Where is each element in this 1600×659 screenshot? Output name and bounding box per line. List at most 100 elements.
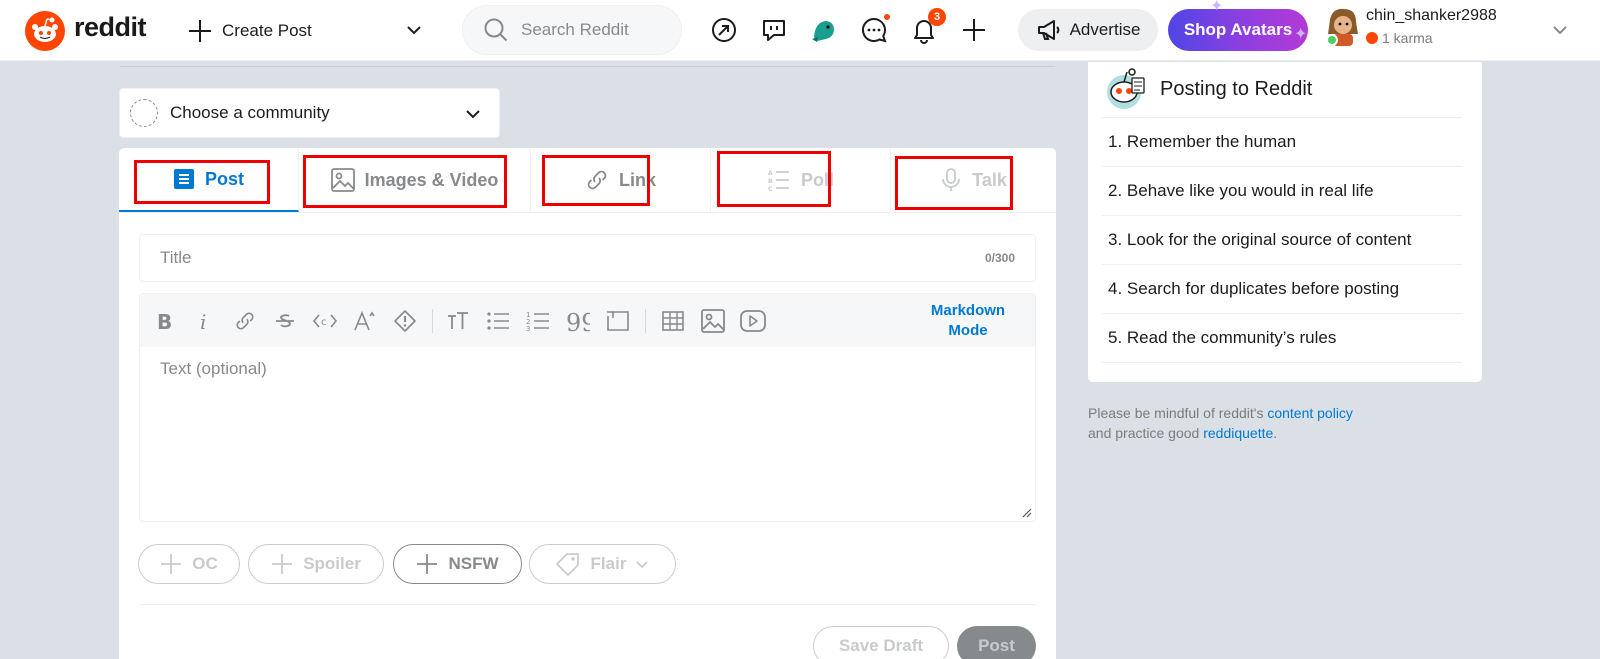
oc-tag-label: OC — [192, 554, 218, 573]
svg-text:3: 3 — [526, 325, 530, 332]
resize-handle-icon[interactable] — [1020, 506, 1032, 518]
community-placeholder-icon — [130, 99, 158, 127]
svg-text:i: i — [200, 310, 206, 332]
nsfw-tag-label: NSFW — [448, 554, 499, 573]
tag-icon — [555, 552, 581, 576]
chat-icon[interactable] — [858, 12, 892, 46]
top-header: reddit Create Post Search Reddit 3 Adver… — [0, 0, 1600, 61]
code-block-icon[interactable] — [603, 306, 633, 336]
highlight-box-link — [542, 155, 650, 206]
spoiler-tag-button[interactable]: Spoiler — [248, 544, 384, 584]
body-text-input[interactable]: Text (optional) — [140, 347, 1035, 391]
heading-icon[interactable] — [443, 306, 473, 336]
plus-icon — [416, 553, 438, 575]
toolbar-divider — [645, 309, 646, 333]
italic-icon[interactable]: i — [190, 306, 220, 336]
plus-icon — [271, 553, 293, 575]
table-icon[interactable] — [658, 306, 688, 336]
create-plus-icon[interactable] — [958, 14, 990, 46]
save-draft-button[interactable]: Save Draft — [813, 626, 949, 659]
rule-item: 4. Search for duplicates before posting — [1102, 265, 1462, 314]
sparkle-icon: ✦ — [1294, 26, 1308, 43]
chevron-down-icon[interactable] — [404, 20, 424, 40]
body-text-placeholder: Text (optional) — [160, 359, 267, 378]
rule-item: 5. Read the community’s rules — [1102, 314, 1462, 363]
sparkle-icon: ✦ — [1210, 0, 1224, 15]
shop-avatars-button[interactable]: Shop Avatars — [1168, 9, 1308, 51]
spoiler-icon[interactable] — [390, 306, 420, 336]
rule-item: 3. Look for the original source of conte… — [1102, 216, 1462, 265]
strikethrough-icon[interactable] — [270, 306, 300, 336]
seal-avatar-icon[interactable] — [808, 14, 840, 46]
chat-unread-dot — [882, 12, 892, 22]
popular-icon[interactable] — [708, 14, 740, 46]
submit-post-button[interactable]: Post — [957, 626, 1036, 659]
avatar[interactable] — [1324, 6, 1362, 46]
policy-text-prefix: Please be mindful of reddit's — [1088, 405, 1268, 421]
chevron-down-icon[interactable] — [1550, 20, 1570, 40]
karma-icon — [1366, 32, 1378, 44]
highlight-box-poll — [717, 151, 831, 207]
chevron-down-icon — [466, 110, 480, 119]
rule-item: 1. Remember the human — [1102, 118, 1462, 167]
editor-toolbar: B i c 123 99 Markdown Mode — [140, 294, 1035, 347]
policy-text-mid: and practice good — [1088, 425, 1204, 441]
bold-icon[interactable]: B — [150, 306, 180, 336]
link-icon[interactable] — [230, 306, 260, 336]
image-icon[interactable] — [698, 306, 728, 336]
flair-button[interactable]: Flair — [529, 544, 676, 584]
community-chat-icon[interactable] — [758, 14, 790, 46]
plus-icon — [189, 20, 211, 42]
post-composer: Post Images & Video Link ABC Poll Talk T… — [119, 148, 1056, 659]
title-input[interactable]: Title 0/300 — [139, 234, 1036, 282]
search-icon — [484, 18, 508, 42]
superscript-icon[interactable] — [350, 306, 380, 336]
svg-text:c: c — [321, 317, 327, 328]
markdown-mode-button[interactable]: Markdown Mode — [923, 301, 1013, 341]
inline-code-icon[interactable]: c — [310, 306, 340, 336]
rule-item: 2. Behave like you would in real life — [1102, 167, 1462, 216]
spoiler-tag-label: Spoiler — [303, 554, 361, 573]
posting-rules-card: Posting to Reddit 1. Remember the human … — [1088, 62, 1482, 382]
create-post-label: Create Post — [222, 21, 312, 40]
svg-text:B: B — [157, 310, 172, 332]
rules-header: Posting to Reddit — [1102, 62, 1462, 118]
toolbar-divider — [432, 309, 433, 333]
text-editor: B i c 123 99 Markdown Mode Text (optiona… — [139, 293, 1036, 522]
reddiquette-link[interactable]: reddiquette — [1203, 425, 1273, 441]
bulleted-list-icon[interactable] — [483, 306, 513, 336]
video-icon[interactable] — [738, 306, 768, 336]
megaphone-icon — [1037, 20, 1059, 40]
highlight-box-images-video — [303, 155, 507, 208]
chevron-down-icon — [636, 561, 649, 569]
content-policy-notice: Please be mindful of reddit's content po… — [1088, 403, 1488, 443]
content-policy-link[interactable]: content policy — [1267, 405, 1353, 421]
shop-avatars-label: Shop Avatars — [1183, 20, 1293, 39]
create-post-button[interactable]: Create Post — [186, 14, 312, 48]
numbered-list-icon[interactable]: 123 — [523, 306, 553, 336]
karma-label: 1 karma — [1382, 30, 1433, 46]
title-char-count: 0/300 — [984, 251, 1015, 265]
svg-text:99: 99 — [566, 310, 590, 332]
rules-title: Posting to Reddit — [1160, 78, 1313, 100]
oc-tag-button[interactable]: OC — [138, 544, 240, 584]
composer-divider — [139, 604, 1036, 605]
reddit-wordmark[interactable]: reddit — [74, 12, 147, 43]
snoo-mascot-icon — [1107, 67, 1145, 109]
advertise-label: Advertise — [1069, 20, 1141, 39]
title-placeholder: Title — [160, 248, 192, 267]
notification-count-badge: 3 — [928, 8, 946, 26]
search-input[interactable]: Search Reddit — [462, 5, 682, 55]
reddit-logo-icon[interactable] — [25, 11, 65, 51]
page-divider — [120, 66, 1055, 67]
policy-text-suffix: . — [1273, 425, 1278, 441]
highlight-box-talk — [895, 156, 1013, 210]
choose-community-dropdown[interactable]: Choose a community — [119, 88, 500, 138]
advertise-button[interactable]: Advertise — [1018, 9, 1158, 51]
quote-block-icon[interactable]: 99 — [563, 306, 593, 336]
karma-count: 1 karma — [1366, 30, 1433, 46]
notifications-bell-icon[interactable]: 3 — [908, 8, 946, 46]
community-placeholder: Choose a community — [170, 103, 330, 122]
nsfw-tag-button[interactable]: NSFW — [393, 544, 522, 584]
highlight-box-post — [134, 160, 270, 204]
